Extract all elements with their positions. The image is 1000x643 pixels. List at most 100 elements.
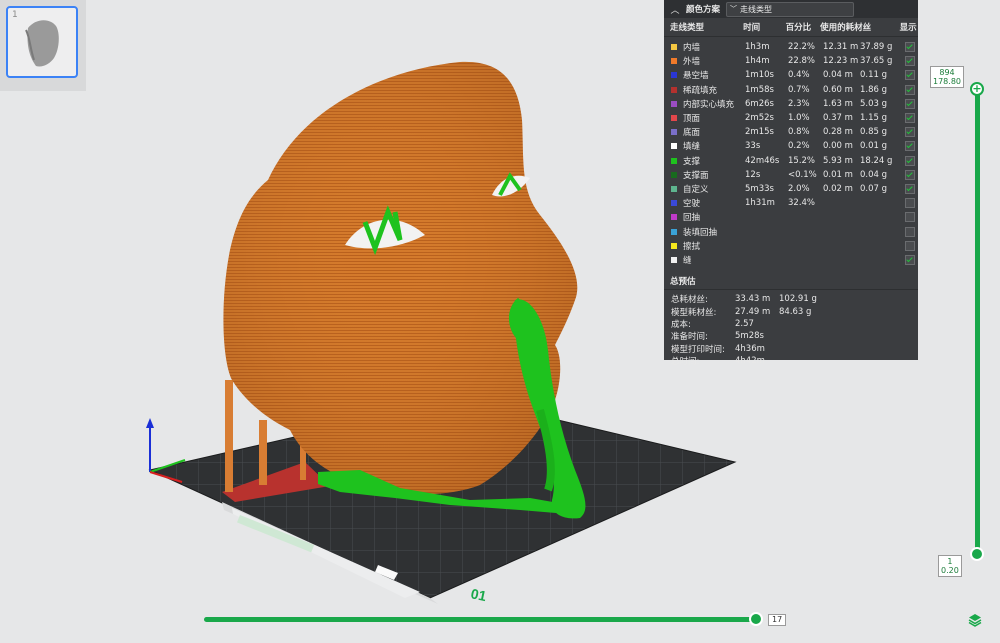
show-checkbox[interactable] [905,183,915,194]
legend-row-percent: 2.0% [788,183,810,194]
legend-row-time: 33s [745,141,761,152]
col-header-time: 时间 [743,23,761,33]
plate-thumbnail[interactable]: 1 [6,6,78,78]
summary-title: 总预估 [664,273,918,290]
legend-row: 自定义 5m33s 2.0% 0.02 m 0.07 g [664,182,918,196]
summary-row: 模型耗材丝: 27.49 m 84.63 g [664,305,918,318]
color-swatch [671,228,677,235]
legend-row: 填缝 33s 0.2% 0.00 m 0.01 g [664,139,918,153]
show-checkbox[interactable] [905,141,915,152]
legend-panel: ︿ 颜色方案 ﹀ 走线类型 走线类型 时间 百分比 使用的耗材丝 显示 内墙 1h… [664,0,918,367]
summary-row: 总时间: 4h42m [664,355,918,367]
legend-row-length: 0.04 m [823,70,853,81]
summary-label: 模型耗材丝: [671,307,717,318]
show-checkbox[interactable] [905,84,915,95]
legend-row-time: 1h31m [745,198,775,209]
legend-row-percent: 22.2% [788,42,816,53]
show-checkbox[interactable] [905,155,915,166]
legend-row-name: 底面 [683,128,701,139]
bottom-layer-number: 1 [947,557,953,566]
show-checkbox[interactable] [905,240,915,251]
summary-value-1: 27.49 m [735,306,771,317]
summary-value-1: 5m28s [735,331,764,342]
show-checkbox[interactable] [905,226,915,237]
legend-row-type: 内部实心填充 [664,98,745,110]
show-checkbox[interactable] [905,212,915,223]
legend-row-name: 支撑 [683,156,701,167]
legend-row-type: 装填回抽 [664,226,745,238]
color-swatch [671,129,677,136]
legend-row-name: 擦拭 [683,241,701,252]
legend-row: 内墙 1h3m 22.2% 12.31 m 37.89 g [664,40,918,54]
show-checkbox[interactable] [905,169,915,180]
show-checkbox[interactable] [905,113,915,124]
summary-value-2: 84.63 g [779,306,812,317]
legend-row-length: 5.93 m [823,155,853,166]
legend-row: 顶面 2m52s 1.0% 0.37 m 1.15 g [664,111,918,125]
layers-icon[interactable] [968,613,982,627]
show-checkbox[interactable] [905,254,915,265]
legend-row: 缝 [664,253,918,267]
col-header-show: 显示 [899,23,917,33]
color-scheme-select[interactable]: ﹀ 走线类型 [726,1,855,17]
legend-row-time: 1h3m [745,42,770,53]
legend-row-name: 缝 [683,255,692,266]
plate-thumbnail-panel: 1 [0,0,86,91]
legend-row-name: 填缝 [683,142,701,153]
bottom-layer-height: 0.20 [941,566,959,575]
color-swatch [671,256,677,263]
show-checkbox[interactable] [905,42,915,53]
layer-slider-top-handle[interactable]: + [970,82,984,96]
show-checkbox[interactable] [905,98,915,109]
summary-row: 成本: 2.57 [664,318,918,330]
color-swatch [671,214,677,221]
show-checkbox[interactable] [905,127,915,138]
layer-slider-bottom-handle[interactable] [970,547,984,561]
legend-row-name: 外墙 [683,57,701,68]
show-checkbox[interactable] [905,70,915,81]
legend-row-type: 缝 [664,254,745,266]
legend-row-weight: 0.07 g [860,183,888,194]
legend-row: 装填回抽 [664,224,918,238]
legend-row-length: 12.31 m [823,42,859,53]
legend-row-time: 42m46s [745,155,780,166]
show-checkbox[interactable] [905,198,915,209]
legend-row-type: 支撑面 [664,169,745,181]
legend-row-percent: 15.2% [788,155,816,166]
legend-row-length: 12.23 m [823,56,859,67]
legend-row-weight: 0.04 g [860,169,888,180]
legend-row-type: 支撑 [664,155,745,167]
show-checkbox[interactable] [905,56,915,67]
legend-row: 稀疏填充 1m58s 0.7% 0.60 m 1.86 g [664,83,918,97]
legend-row-length: 0.02 m [823,183,853,194]
legend-row-time: 2m52s [745,113,774,124]
color-swatch [671,157,677,164]
legend-row-time: 6m26s [745,98,774,109]
legend-row-type: 自定义 [664,183,745,195]
legend-row-length: 0.37 m [823,113,853,124]
legend-row-type: 回抽 [664,211,745,223]
legend-row-type: 空驶 [664,197,745,209]
move-slider-value: 17 [768,614,787,626]
move-slider-track[interactable] [204,617,759,622]
legend-row-percent: 22.8% [788,56,816,67]
summary-label: 模型打印时间: [671,344,725,355]
legend-row-type: 悬空墙 [664,69,745,81]
move-slider-handle[interactable] [749,612,763,626]
summary-row: 模型打印时间: 4h36m [664,343,918,355]
legend-row-type: 填缝 [664,140,745,152]
legend-row: 支撑面 12s <0.1% 0.01 m 0.04 g [664,168,918,182]
legend-row-weight: 0.11 g [860,70,888,81]
legend-row-time: 1h4m [745,56,770,67]
layer-slider-top-label: 894 178.80 [930,66,964,88]
legend-rows: 内墙 1h3m 22.2% 12.31 m 37.89 g 外墙 1h4m 22.8% 12.2… [664,37,918,267]
collapse-chevron-icon[interactable]: ︿ [668,3,682,16]
color-swatch [671,100,677,107]
legend-row: 回抽 [664,210,918,224]
top-layer-height: 178.80 [933,77,961,86]
legend-row-name: 顶面 [683,114,701,125]
color-swatch [671,86,677,93]
layer-slider-track[interactable] [975,86,980,556]
col-header-percent: 百分比 [785,23,812,33]
legend-row: 悬空墙 1m10s 0.4% 0.04 m 0.11 g [664,68,918,82]
